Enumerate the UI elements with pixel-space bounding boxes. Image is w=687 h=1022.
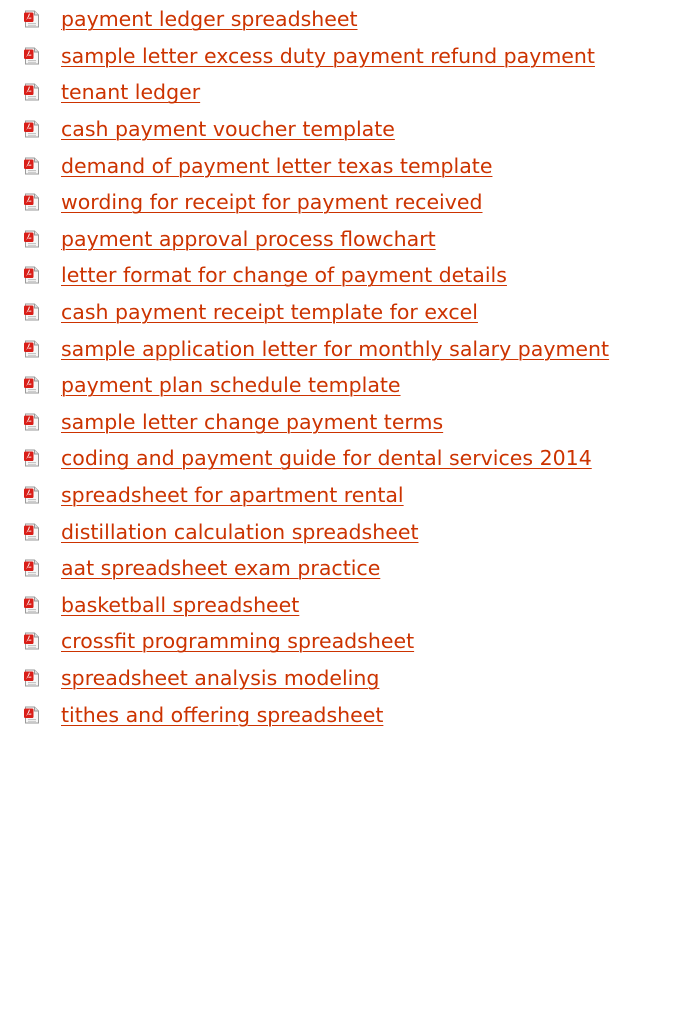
document-link-15[interactable]: distillation calculation spreadsheet (61, 520, 419, 544)
document-link-2[interactable]: sample letter excess duty payment refund… (61, 44, 595, 68)
pdf-file-icon (24, 413, 39, 431)
list-item: basketball spreadsheet (0, 587, 687, 624)
list-item: aat spreadsheet exam practice (0, 550, 687, 587)
document-link-19[interactable]: spreadsheet analysis modeling (61, 666, 379, 690)
list-item: wording for receipt for payment received (0, 184, 687, 221)
pdf-file-icon (24, 559, 39, 577)
pdf-file-icon (24, 47, 39, 65)
document-link-list: payment ledger spreadsheet sample letter… (0, 1, 687, 733)
pdf-file-icon (24, 669, 39, 687)
document-link-6[interactable]: wording for receipt for payment received (61, 190, 483, 214)
pdf-file-icon (24, 340, 39, 358)
list-item: payment ledger spreadsheet (0, 1, 687, 38)
document-link-12[interactable]: sample letter change payment terms (61, 410, 443, 434)
list-item: tenant ledger (0, 74, 687, 111)
document-link-7[interactable]: payment approval process flowchart (61, 227, 436, 251)
document-link-8[interactable]: letter format for change of payment deta… (61, 263, 507, 287)
list-item: cash payment voucher template (0, 111, 687, 148)
document-link-5[interactable]: demand of payment letter texas template (61, 154, 492, 178)
document-link-3[interactable]: tenant ledger (61, 80, 200, 104)
document-link-10[interactable]: sample application letter for monthly sa… (61, 337, 609, 361)
document-link-13[interactable]: coding and payment guide for dental serv… (61, 446, 592, 470)
list-item: demand of payment letter texas template (0, 147, 687, 184)
document-link-11[interactable]: payment plan schedule template (61, 373, 401, 397)
list-item: spreadsheet for apartment rental (0, 477, 687, 514)
list-item: letter format for change of payment deta… (0, 257, 687, 294)
list-item: tithes and offering spreadsheet (0, 696, 687, 733)
list-item: distillation calculation spreadsheet (0, 513, 687, 550)
list-item: sample application letter for monthly sa… (0, 330, 687, 367)
pdf-file-icon (24, 230, 39, 248)
document-link-17[interactable]: basketball spreadsheet (61, 593, 299, 617)
list-item: crossfit programming spreadsheet (0, 623, 687, 660)
document-link-20[interactable]: tithes and offering spreadsheet (61, 703, 383, 727)
list-item: spreadsheet analysis modeling (0, 660, 687, 697)
list-item: payment approval process flowchart (0, 221, 687, 258)
pdf-file-icon (24, 523, 39, 541)
pdf-file-icon (24, 303, 39, 321)
pdf-file-icon (24, 193, 39, 211)
pdf-file-icon (24, 266, 39, 284)
document-link-9[interactable]: cash payment receipt template for excel (61, 300, 478, 324)
document-link-4[interactable]: cash payment voucher template (61, 117, 395, 141)
list-item: sample letter change payment terms (0, 404, 687, 441)
pdf-file-icon (24, 632, 39, 650)
document-link-14[interactable]: spreadsheet for apartment rental (61, 483, 404, 507)
pdf-file-icon (24, 449, 39, 467)
pdf-file-icon (24, 706, 39, 724)
pdf-file-icon (24, 596, 39, 614)
pdf-file-icon (24, 157, 39, 175)
pdf-file-icon (24, 83, 39, 101)
document-link-1[interactable]: payment ledger spreadsheet (61, 7, 358, 31)
document-link-18[interactable]: crossfit programming spreadsheet (61, 629, 414, 653)
pdf-file-icon (24, 120, 39, 138)
pdf-file-icon (24, 376, 39, 394)
list-item: coding and payment guide for dental serv… (0, 440, 687, 477)
list-item: sample letter excess duty payment refund… (0, 38, 687, 75)
list-item: cash payment receipt template for excel (0, 294, 687, 331)
document-link-16[interactable]: aat spreadsheet exam practice (61, 556, 380, 580)
pdf-file-icon (24, 10, 39, 28)
list-item: payment plan schedule template (0, 367, 687, 404)
pdf-file-icon (24, 486, 39, 504)
